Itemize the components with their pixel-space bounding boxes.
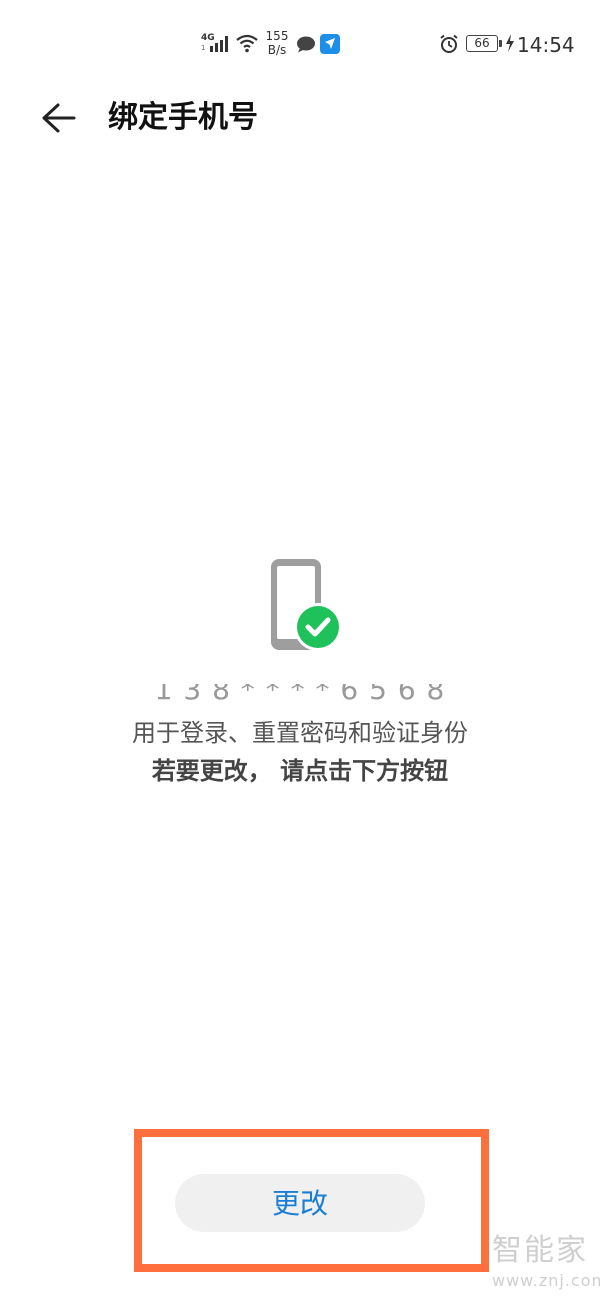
battery-icon: 66 [466,35,498,52]
change-hint-text: 若要更改， 请点击下方按钮 [151,757,449,785]
clock: 14:54 [517,33,575,57]
charging-icon [505,34,515,56]
phone-verified-icon [266,555,346,659]
back-arrow-icon [42,103,76,133]
chat-icon [296,36,316,57]
battery-tip [499,40,502,47]
page-title: 绑定手机号 [108,100,258,135]
net-speed-unit: B/s [267,43,287,57]
watermark-url: www.znj.com [492,1271,600,1290]
network-sub-indicator: 1 [201,44,206,52]
signal-icon [210,34,232,56]
alarm-icon [439,34,459,58]
battery-level: 66 [474,36,490,50]
net-speed-value: 155 [265,29,289,43]
watermark-logo-text: 智能家 [492,1233,588,1268]
wifi-icon [235,33,259,57]
phone-number: 1 3 8 * * * * 6 5 6 8 [0,684,600,706]
description-text: 用于登录、重置密码和验证身份 [132,719,468,747]
back-button[interactable] [36,96,80,140]
app-notification-icon [320,34,340,58]
phone-number-text: 1 3 8 * * * * 6 5 6 8 [154,684,446,706]
change-button[interactable]: 更改 [175,1174,425,1232]
status-bar: 4G 1 155 B/s 66 14:54 [0,0,600,90]
net-speed: 155 B/s [264,29,290,57]
